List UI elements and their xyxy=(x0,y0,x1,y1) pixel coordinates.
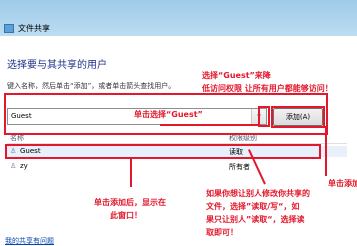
annotation-permission-4: 取即可！ xyxy=(206,228,238,237)
dialog-description: 键入名称，然后单击“添加”，或者单击箭头查找用户。 xyxy=(7,82,176,90)
annotation-guest-note-2: 低访问权限 让所有用户都能够访问！ xyxy=(202,84,333,93)
pointer-line-add xyxy=(325,126,327,176)
table-row[interactable]: ♙ zy 所有者 xyxy=(7,161,347,172)
annotation-click-add: 单击添加 xyxy=(328,179,357,188)
annotation-after-add-1: 单击添加后，显示在 xyxy=(94,198,166,207)
help-link[interactable]: 我的共享有问题 xyxy=(5,236,54,246)
pointer-line-row xyxy=(130,159,132,187)
title-bar: 文件共享 xyxy=(0,0,357,36)
user-name: zy xyxy=(20,162,28,170)
window-title: 文件共享 xyxy=(18,24,50,33)
annotation-permission-3: 果只让别人”读取“，选择读 xyxy=(206,215,305,224)
file-share-icon xyxy=(4,24,14,33)
permission-level[interactable]: 所有者 xyxy=(229,162,250,172)
highlight-guest-row xyxy=(5,144,321,159)
dialog-heading: 选择要与其共享的用户 xyxy=(7,60,107,71)
annotation-permission-2: 文件，选择”读取/写“，如 xyxy=(206,202,300,211)
user-icon: ♙ xyxy=(10,162,17,170)
annotation-after-add-2: 此窗口！ xyxy=(110,211,142,220)
pointer-line-select xyxy=(160,124,260,126)
annotation-click-select: 单击选择“Guest” xyxy=(134,110,203,119)
highlight-add-button xyxy=(271,106,325,128)
annotation-permission-1: 如果你想让别人修改你共享的 xyxy=(206,189,310,198)
annotation-guest-note-1: 选择“Guest”来降 xyxy=(202,71,271,80)
